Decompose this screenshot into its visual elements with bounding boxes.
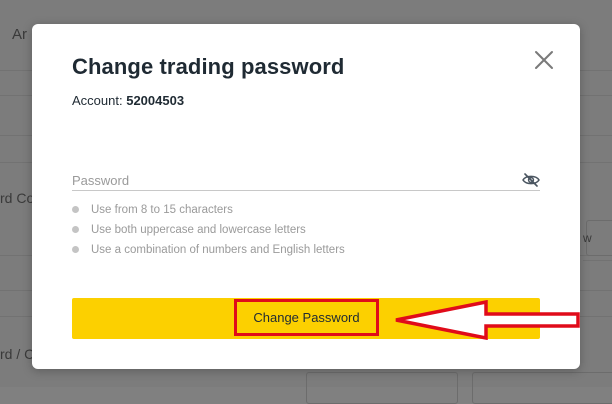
background-label: rd Co xyxy=(0,190,35,206)
eye-off-icon[interactable] xyxy=(522,173,540,187)
password-field xyxy=(72,170,540,191)
change-password-label: Change Password xyxy=(253,310,360,325)
account-info: Account: 52004503 xyxy=(72,93,184,108)
background-tab-label: Ar xyxy=(12,26,27,43)
background-button xyxy=(472,372,612,404)
requirement-item: Use both uppercase and lowercase letters xyxy=(72,223,345,243)
requirement-text: Use from 8 to 15 characters xyxy=(91,204,233,216)
close-icon xyxy=(535,51,553,69)
requirement-text: Use a combination of numbers and English… xyxy=(91,244,345,256)
bullet-icon xyxy=(72,206,79,213)
highlight-box: Change Password xyxy=(234,299,379,336)
password-input[interactable] xyxy=(72,172,522,188)
account-number: 52004503 xyxy=(126,93,185,108)
background-divider xyxy=(583,260,612,261)
bullet-icon xyxy=(72,226,79,233)
bullet-icon xyxy=(72,246,79,253)
close-button[interactable] xyxy=(534,50,554,70)
account-label: Account: xyxy=(72,93,123,108)
requirement-item: Use a combination of numbers and English… xyxy=(72,243,345,263)
background-label: rd / C xyxy=(0,346,35,362)
requirement-item: Use from 8 to 15 characters xyxy=(72,203,345,223)
background-button-label: w xyxy=(583,231,592,245)
password-requirements: Use from 8 to 15 characters Use both upp… xyxy=(72,203,345,263)
arrow-left-icon xyxy=(395,300,580,340)
requirement-text: Use both uppercase and lowercase letters xyxy=(91,224,306,236)
dialog-title: Change trading password xyxy=(72,54,345,79)
background-button xyxy=(306,372,458,404)
